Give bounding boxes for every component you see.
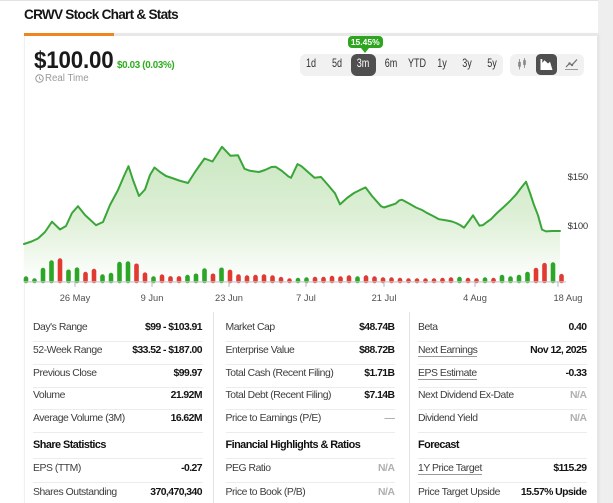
svg-text:4 Aug: 4 Aug bbox=[463, 293, 487, 303]
svg-text:26 May: 26 May bbox=[60, 293, 91, 303]
svg-text:21 Jul: 21 Jul bbox=[372, 293, 397, 303]
svg-text:23 Jun: 23 Jun bbox=[215, 293, 243, 303]
svg-text:9 Jun: 9 Jun bbox=[141, 293, 164, 303]
svg-text:$150: $150 bbox=[568, 172, 588, 183]
svg-text:$100: $100 bbox=[568, 221, 588, 232]
svg-text:18 Aug: 18 Aug bbox=[554, 293, 583, 303]
svg-text:7 Jul: 7 Jul bbox=[296, 293, 316, 303]
